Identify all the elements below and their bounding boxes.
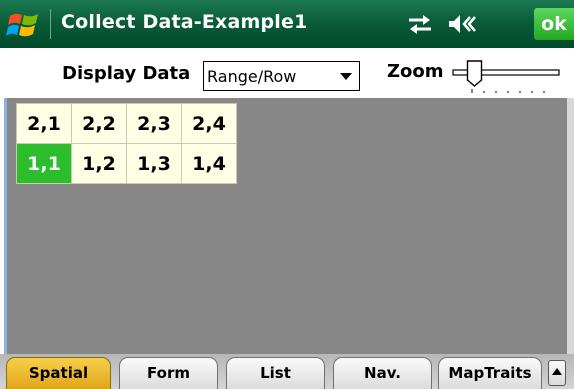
display-data-select-value: Range/Row: [207, 67, 297, 86]
zoom-slider[interactable]: [450, 58, 562, 98]
right-edge: [567, 98, 574, 389]
display-data-select[interactable]: Range/Row: [203, 61, 360, 91]
title-separator: [50, 9, 51, 39]
grid-cell[interactable]: 1,4: [181, 143, 237, 184]
tab-form[interactable]: Form: [119, 357, 218, 389]
chevron-up-icon: [552, 368, 562, 375]
chevron-down-icon: [340, 73, 352, 80]
grid-cell[interactable]: 1,2: [71, 143, 127, 184]
zoom-label: Zoom: [387, 61, 444, 82]
tab-scroll-button[interactable]: [548, 360, 566, 386]
grid-cell[interactable]: 2,3: [126, 103, 182, 144]
tab-nav[interactable]: Nav.: [333, 357, 432, 389]
grid-row: 2,1 2,2 2,3 2,4: [16, 103, 237, 144]
grid-row: 1,1 1,2 1,3 1,4: [16, 143, 237, 184]
zoom-slider-thumb[interactable]: [466, 60, 483, 87]
ok-button[interactable]: ok: [534, 8, 574, 40]
tab-spatial[interactable]: Spatial: [6, 357, 111, 389]
tab-maptraits[interactable]: MapTraits: [438, 357, 542, 389]
grid-cell[interactable]: 2,1: [16, 103, 72, 144]
spatial-grid: 2,1 2,2 2,3 2,4 1,1 1,2 1,3 1,4: [16, 103, 237, 184]
volume-icon[interactable]: [446, 12, 478, 36]
display-data-label: Display Data: [62, 63, 191, 84]
zoom-slider-ticks: [471, 89, 545, 93]
windows-start-icon[interactable]: [4, 7, 44, 41]
connectivity-icon[interactable]: [406, 12, 434, 36]
grid-cell[interactable]: 2,2: [71, 103, 127, 144]
tab-list[interactable]: List: [226, 357, 325, 389]
title-bar: Collect Data-Example1 ok: [0, 0, 574, 48]
grid-cell[interactable]: 1,1: [16, 143, 72, 184]
app-title: Collect Data-Example1: [61, 11, 308, 33]
grid-cell[interactable]: 1,3: [126, 143, 182, 184]
grid-cell[interactable]: 2,4: [181, 103, 237, 144]
